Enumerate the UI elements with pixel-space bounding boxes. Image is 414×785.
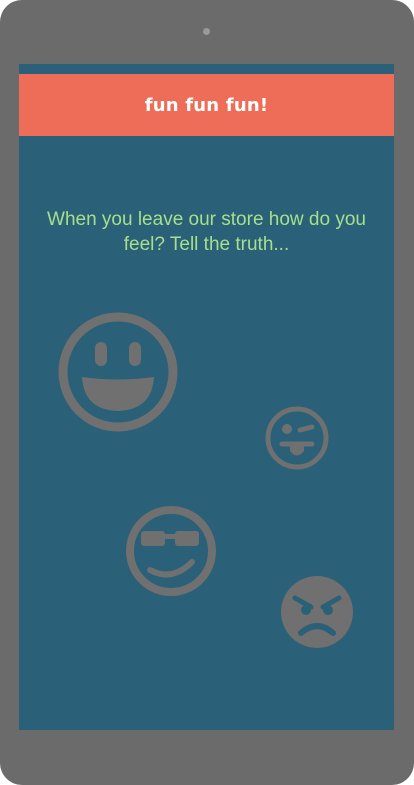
- tongue-out-face-icon[interactable]: [263, 404, 331, 472]
- app-title: fun fun fun!: [144, 94, 269, 116]
- grinning-face-icon[interactable]: [56, 310, 180, 434]
- device-frame: fun fun fun! When you leave our store ho…: [0, 0, 414, 785]
- app-screen: fun fun fun! When you leave our store ho…: [19, 64, 394, 730]
- app-header: fun fun fun!: [19, 74, 394, 136]
- camera-dot: [203, 28, 210, 35]
- feedback-question: When you leave our store how do you feel…: [47, 209, 366, 255]
- angry-face-icon[interactable]: [279, 574, 355, 650]
- sunglasses-face-icon[interactable]: [124, 504, 218, 598]
